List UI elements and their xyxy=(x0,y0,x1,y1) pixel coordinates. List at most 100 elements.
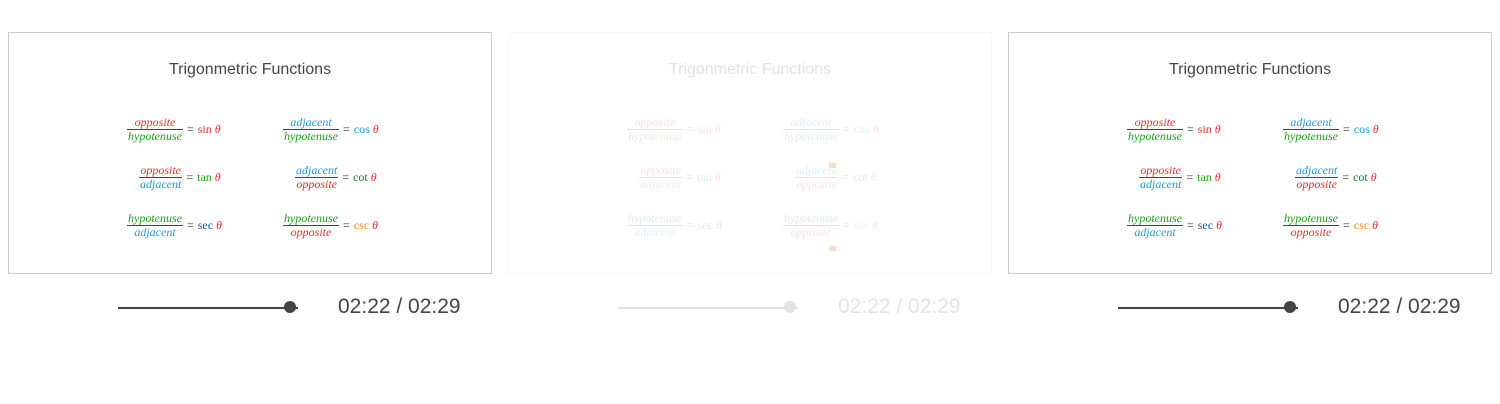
denominator: adjacent xyxy=(1140,177,1182,191)
formula-csc: hypotenuse opposite = csc θ xyxy=(283,211,378,239)
formula-sec: hypotenuse adjacent = sec θ xyxy=(127,211,222,239)
numerator: opposite xyxy=(634,115,676,129)
denominator: opposite xyxy=(796,177,837,191)
cursor-marker-icon xyxy=(828,245,837,252)
formula-sin: opposite hypotenuse = sin θ xyxy=(1127,115,1221,143)
slide-title: Trigonmetric Functions xyxy=(168,61,332,78)
formula-sin: opposite hypotenuse = sin θ xyxy=(627,115,721,143)
numerator: adjacent xyxy=(1296,163,1338,177)
video-frame[interactable]: Trigonmetric Functions opposite hypotenus… xyxy=(8,32,492,274)
formula-cos: adjacent hypotenuse = cos θ xyxy=(1283,115,1379,143)
theta-symbol: θ xyxy=(1370,170,1377,184)
numerator: adjacent xyxy=(290,115,332,129)
function-name: cot xyxy=(1353,170,1368,184)
function-name: cot xyxy=(853,170,868,184)
theta-symbol: θ xyxy=(372,122,379,136)
theta-symbol: θ xyxy=(370,170,377,184)
function-name: cos xyxy=(353,122,370,136)
progress-handle[interactable] xyxy=(783,301,796,313)
function-name: tan xyxy=(697,170,712,184)
video-panel-1[interactable]: Trigonmetric Functions opposite hypotenus… xyxy=(0,0,500,404)
theta-symbol: θ xyxy=(216,218,222,232)
denominator: opposite xyxy=(1296,177,1337,191)
numerator: adjacent xyxy=(296,163,338,177)
video-panel-3[interactable]: Trigonmetric Functions opposite hypotenus… xyxy=(1000,0,1500,404)
formula-tan: opposite adjacent = tan θ xyxy=(1139,163,1221,191)
function-name: sec xyxy=(197,218,214,232)
function-name: csc xyxy=(353,218,370,232)
theta-symbol: θ xyxy=(1214,170,1221,184)
denominator: opposite xyxy=(790,225,832,239)
time-display: 02:22 / 02:29 xyxy=(838,295,961,318)
numerator: opposite xyxy=(640,163,681,177)
theta-symbol: θ xyxy=(716,218,722,232)
progress-track[interactable] xyxy=(1118,307,1298,309)
numerator: adjacent xyxy=(790,115,832,129)
denominator: adjacent xyxy=(1134,225,1176,239)
formula-cot: adjacent opposite = cot θ xyxy=(295,163,377,191)
formula-sec: hypotenuse adjacent = sec θ xyxy=(627,211,722,239)
theta-symbol: θ xyxy=(714,170,721,184)
numerator: opposite xyxy=(140,163,181,177)
denominator: adjacent xyxy=(134,225,176,239)
denominator: adjacent xyxy=(634,225,676,239)
function-name: sin xyxy=(197,122,212,136)
numerator: hypotenuse xyxy=(1284,211,1338,225)
function-name: csc xyxy=(853,218,870,232)
time-display: 02:22 / 02:29 xyxy=(338,295,461,318)
theta-symbol: θ xyxy=(1214,122,1221,136)
theta-symbol: θ xyxy=(214,122,221,136)
slide-title: Trigonmetric Functions xyxy=(1168,61,1332,78)
function-name: sec xyxy=(697,218,714,232)
formula-cos: adjacent hypotenuse = cos θ xyxy=(283,115,379,143)
numerator: hypotenuse xyxy=(784,211,838,225)
denominator: hypotenuse xyxy=(1284,129,1338,143)
progress-handle[interactable] xyxy=(1283,301,1296,313)
numerator: opposite xyxy=(1134,115,1176,129)
video-frame[interactable]: Trigonmetric Functions opposite hypotenus… xyxy=(1008,32,1492,274)
theta-symbol: θ xyxy=(714,122,721,136)
formula-csc: hypotenuse opposite = csc θ xyxy=(1283,211,1378,239)
theta-symbol: θ xyxy=(870,170,877,184)
time-display: 02:22 / 02:29 xyxy=(1338,295,1461,318)
video-panel-2[interactable]: Trigonmetric Functions opposite hypotenus… xyxy=(500,0,1000,404)
denominator: adjacent xyxy=(640,177,682,191)
function-name: cos xyxy=(853,122,870,136)
numerator: hypotenuse xyxy=(284,211,338,225)
formula-tan: opposite adjacent = tan θ xyxy=(639,163,721,191)
formula-cot: adjacent opposite = cot θ xyxy=(1295,163,1377,191)
theta-symbol: θ xyxy=(372,218,378,232)
denominator: hypotenuse xyxy=(784,129,838,143)
progress-handle[interactable] xyxy=(283,301,296,313)
function-name: tan xyxy=(197,170,212,184)
denominator: opposite xyxy=(290,225,332,239)
function-name: sin xyxy=(697,122,712,136)
denominator: hypotenuse xyxy=(628,129,682,143)
formula-cos: adjacent hypotenuse = cos θ xyxy=(783,115,879,143)
theta-symbol: θ xyxy=(1372,218,1378,232)
slide-title: Trigonmetric Functions xyxy=(668,61,832,78)
function-name: cot xyxy=(353,170,368,184)
theta-symbol: θ xyxy=(872,218,878,232)
denominator: opposite xyxy=(1290,225,1332,239)
progress-track[interactable] xyxy=(618,307,798,309)
theta-symbol: θ xyxy=(872,122,879,136)
function-name: tan xyxy=(1197,170,1212,184)
theta-symbol: θ xyxy=(214,170,221,184)
video-frame[interactable]: Trigonmetric Functions opposite hypotenus… xyxy=(508,32,992,274)
denominator: hypotenuse xyxy=(1128,129,1182,143)
formula-sec: hypotenuse adjacent = sec θ xyxy=(1127,211,1222,239)
denominator: hypotenuse xyxy=(284,129,338,143)
cursor-marker-icon xyxy=(828,162,837,169)
function-name: sec xyxy=(1197,218,1214,232)
numerator: hypotenuse xyxy=(628,211,682,225)
formula-tan: opposite adjacent = tan θ xyxy=(139,163,221,191)
progress-track[interactable] xyxy=(118,307,298,309)
numerator: opposite xyxy=(134,115,176,129)
numerator: opposite xyxy=(1140,163,1181,177)
numerator: hypotenuse xyxy=(128,211,182,225)
numerator: hypotenuse xyxy=(1128,211,1182,225)
function-name: sin xyxy=(1197,122,1212,136)
denominator: opposite xyxy=(296,177,337,191)
numerator: adjacent xyxy=(1290,115,1332,129)
